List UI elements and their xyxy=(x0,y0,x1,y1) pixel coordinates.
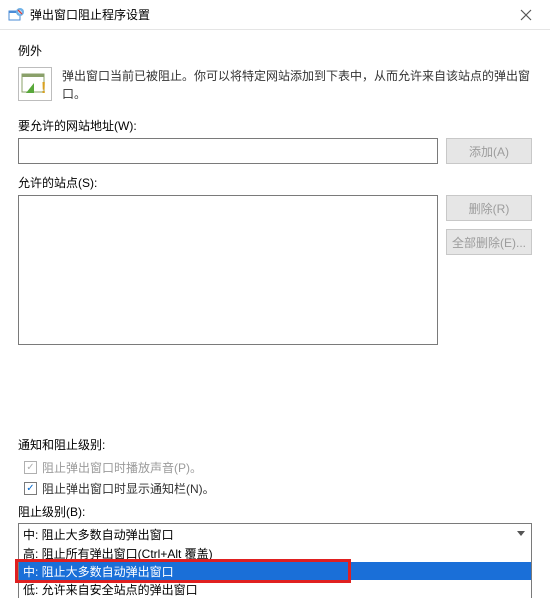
close-button[interactable] xyxy=(506,1,546,29)
remove-all-button[interactable]: 全部删除(E)... xyxy=(446,229,532,255)
title-bar: 弹出窗口阻止程序设置 xyxy=(0,0,550,30)
option-high[interactable]: 高: 阻止所有弹出窗口(Ctrl+Alt 覆盖) xyxy=(18,544,532,562)
combo-selected-value: 中: 阻止大多数自动弹出窗口 xyxy=(23,526,174,543)
block-level-combo[interactable]: 中: 阻止大多数自动弹出窗口 xyxy=(18,523,532,545)
show-notification-bar-label: 阻止弹出窗口时显示通知栏(N)。 xyxy=(42,480,215,497)
show-notification-bar-checkbox[interactable]: ✓ xyxy=(24,482,37,495)
close-icon xyxy=(520,9,532,21)
exceptions-heading: 例外 xyxy=(18,42,532,59)
app-icon xyxy=(8,7,24,23)
option-low[interactable]: 低: 允许来自安全站点的弹出窗口 xyxy=(18,580,532,598)
content-area: 例外 ! 弹出窗口当前已被阻止。你可以将特定网站添加到下表中，从而允许来自该站点… xyxy=(0,30,550,345)
allowed-sites-listbox[interactable] xyxy=(18,195,438,345)
play-sound-label: 阻止弹出窗口时播放声音(P)。 xyxy=(42,459,202,476)
info-text: 弹出窗口当前已被阻止。你可以将特定网站添加到下表中，从而允许来自该站点的弹出窗口… xyxy=(62,67,532,103)
address-input[interactable] xyxy=(18,138,438,164)
block-level-dropdown: 高: 阻止所有弹出窗口(Ctrl+Alt 覆盖) 中: 阻止大多数自动弹出窗口 … xyxy=(18,544,532,598)
add-button[interactable]: 添加(A) xyxy=(446,138,532,164)
remove-button[interactable]: 删除(R) xyxy=(446,195,532,221)
svg-text:!: ! xyxy=(41,80,46,97)
popup-blocked-icon: ! xyxy=(18,67,52,101)
address-label: 要允许的网站地址(W): xyxy=(18,117,532,134)
block-level-label: 阻止级别(B): xyxy=(18,503,532,520)
notifications-heading: 通知和阻止级别: xyxy=(18,436,532,453)
notifications-section: 通知和阻止级别: ✓ 阻止弹出窗口时播放声音(P)。 ✓ 阻止弹出窗口时显示通知… xyxy=(0,436,550,606)
allowed-sites-label: 允许的站点(S): xyxy=(18,174,532,191)
window-title: 弹出窗口阻止程序设置 xyxy=(30,6,150,23)
chevron-down-icon xyxy=(513,526,529,542)
play-sound-checkbox[interactable]: ✓ xyxy=(24,461,37,474)
option-medium[interactable]: 中: 阻止大多数自动弹出窗口 xyxy=(18,562,532,580)
